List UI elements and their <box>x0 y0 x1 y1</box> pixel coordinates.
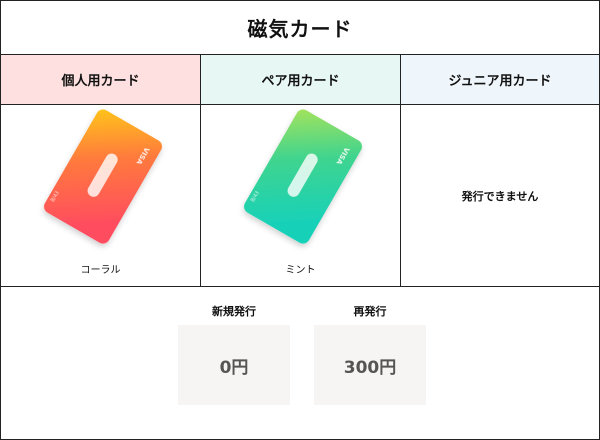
page-title: 磁気カード <box>247 17 353 41</box>
new-issue-fee: 新規発行 0円 <box>178 305 290 405</box>
mint-card-image: VISA B/43 <box>201 105 400 255</box>
magnetic-card-table: 磁気カード 個人用カード ペア用カード ジュニア用カード VISA B/43 コ… <box>0 0 600 440</box>
coral-card-caption: コーラル <box>80 265 121 276</box>
fee-row: 新規発行 0円 再発行 300円 <box>1 287 599 439</box>
pair-card-cell: VISA B/43 ミント <box>201 105 401 286</box>
header-pair-card: ペア用カード <box>201 55 401 104</box>
junior-unavailable-text: 発行できません <box>461 189 539 203</box>
new-issue-label: 新規発行 <box>212 305 256 318</box>
card-type-header-row: 個人用カード ペア用カード ジュニア用カード <box>1 55 599 105</box>
header-junior-card: ジュニア用カード <box>401 55 599 104</box>
header-personal-card: 個人用カード <box>1 55 201 104</box>
reissue-label: 再発行 <box>353 305 387 318</box>
card-image-row: VISA B/43 コーラル VISA B/43 ミント 発行できません <box>1 105 599 287</box>
mint-card-caption: ミント <box>285 265 316 276</box>
personal-card-cell: VISA B/43 コーラル <box>1 105 201 286</box>
reissue-fee: 再発行 300円 <box>314 305 426 405</box>
reissue-value: 300円 <box>314 325 426 405</box>
new-issue-value: 0円 <box>178 325 290 405</box>
coral-card-icon: VISA B/43 <box>44 109 162 244</box>
title-row: 磁気カード <box>1 1 599 55</box>
mint-card-icon: VISA B/43 <box>244 109 362 244</box>
junior-card-cell: 発行できません <box>401 105 599 286</box>
coral-card-image: VISA B/43 <box>1 105 200 255</box>
